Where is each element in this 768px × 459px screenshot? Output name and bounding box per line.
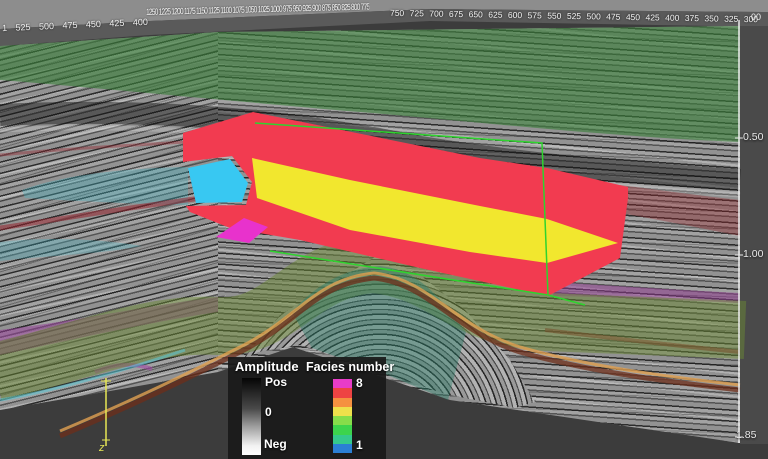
axis-tick: 475 bbox=[62, 20, 77, 31]
cyan-geobody[interactable] bbox=[188, 159, 248, 203]
axis-tick: 625 bbox=[488, 10, 502, 20]
axis-tick: 550 bbox=[547, 11, 561, 21]
amplitude-zero-label: 0 bbox=[265, 405, 272, 419]
axis-tick: 700 bbox=[429, 8, 443, 18]
axis-corner-label: 00 bbox=[751, 12, 761, 22]
axis-tick: 650 bbox=[469, 9, 483, 19]
depth-label-100: 1.00 bbox=[743, 248, 763, 260]
axis-tick: 500 bbox=[586, 11, 600, 21]
axis-tick: 425 bbox=[109, 18, 124, 29]
legend-panel: Amplitude Pos 0 Neg Facies number 8 1 bbox=[228, 357, 386, 459]
axis-tick: 400 bbox=[133, 17, 148, 28]
axis-tick: 1 bbox=[2, 23, 7, 33]
facies-color-segment bbox=[333, 435, 352, 444]
green-shallow-horizon-wash bbox=[0, 26, 740, 142]
facies-colorbar bbox=[333, 379, 352, 453]
amplitude-pos-label: Pos bbox=[265, 375, 287, 389]
z-axis-label: z bbox=[99, 442, 105, 454]
teal-horizon-patch-upper bbox=[22, 167, 188, 205]
axis-tick: 600 bbox=[508, 10, 522, 20]
amplitude-neg-label: Neg bbox=[264, 437, 287, 451]
facies-min-label: 1 bbox=[356, 438, 363, 452]
facies-color-segment bbox=[333, 416, 352, 425]
facies-color-segment bbox=[333, 425, 352, 434]
facies-color-segment bbox=[333, 398, 352, 407]
axis-tick: 725 bbox=[410, 8, 424, 18]
facies-legend-title: Facies number bbox=[306, 360, 394, 374]
facies-color-segment bbox=[333, 444, 352, 453]
axis-tick: 675 bbox=[449, 9, 463, 19]
axis-tick: 325 bbox=[724, 14, 738, 24]
seismic-3d-viewport[interactable]: 1525500475450425400 1250 1225 1200 1175 … bbox=[0, 0, 768, 459]
amplitude-colorbar bbox=[242, 378, 261, 455]
axis-tick: 475 bbox=[606, 12, 620, 22]
axis-tick: 750 bbox=[390, 8, 404, 18]
teal-horizon-patch-lower bbox=[0, 239, 142, 261]
facies-color-segment bbox=[333, 379, 352, 388]
axis-tick: 350 bbox=[704, 13, 718, 23]
depth-label-185: 1.85 bbox=[736, 429, 756, 441]
axis-tick: 575 bbox=[528, 10, 542, 20]
depth-label-050: 0.50 bbox=[743, 131, 763, 143]
facies-color-segment bbox=[333, 407, 352, 416]
axis-tick: 375 bbox=[685, 13, 699, 23]
axis-tick: 525 bbox=[15, 22, 30, 33]
axis-tick: 500 bbox=[39, 21, 54, 32]
axis-tick: 450 bbox=[86, 19, 101, 30]
axis-tick: 425 bbox=[645, 12, 659, 22]
facies-color-segment bbox=[333, 388, 352, 397]
amplitude-legend-title: Amplitude bbox=[235, 359, 299, 374]
axis-tick: 450 bbox=[626, 12, 640, 22]
axis-tick: 400 bbox=[665, 13, 679, 23]
axis-tick: 525 bbox=[567, 11, 581, 21]
facies-max-label: 8 bbox=[356, 376, 363, 390]
